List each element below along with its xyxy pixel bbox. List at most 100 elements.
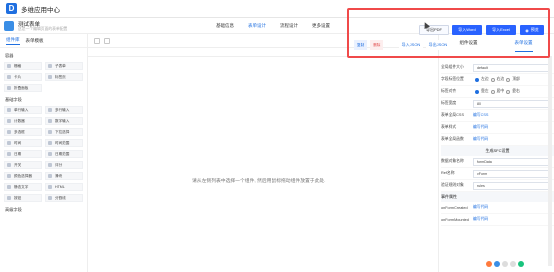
category-title: 高级字段: [5, 207, 22, 212]
import-excel-button[interactable]: 导入Excel: [486, 25, 516, 35]
setting-link[interactable]: 编写代码: [473, 125, 488, 130]
widget-item[interactable]: 标签页: [45, 73, 83, 81]
radio-icon[interactable]: [475, 89, 479, 94]
widget-icon: [48, 119, 52, 123]
export-json-button[interactable]: 导出JSON: [426, 40, 450, 50]
copy-button[interactable]: 复制: [354, 40, 368, 50]
preview-button[interactable]: ◉ 预览: [520, 25, 544, 35]
app-window: D 多维应用中心 测试表单 这是一个编辑页面的表单配置 基础信息 表单设计 流程…: [0, 0, 554, 272]
tab-templates[interactable]: 表单模板: [26, 38, 44, 44]
setting-row: 标签对齐 靠左 居中 靠右: [441, 86, 554, 98]
import-json-button[interactable]: 导入JSON: [399, 40, 423, 50]
widget-icon: [48, 130, 52, 134]
radio-icon[interactable]: [490, 89, 495, 94]
widget-icon: [48, 196, 52, 200]
widget-grid: 单行输入 多行输入计数器 数字输入多选框 下拉选择时间 时间范围日期 日期范围 开关 评分颜色…: [4, 106, 83, 202]
setting-label: 标签对齐: [441, 89, 457, 93]
widget-item[interactable]: 时间: [4, 139, 42, 147]
widget-item[interactable]: 折叠面板: [4, 84, 42, 92]
widget-label: 多选框: [14, 129, 25, 134]
component-list[interactable]: 容器 栅格 子表单 卡片 标签页 折叠面板 基础字段 单行输入 多行输入 计数器 数字输入 多选框 下拉…: [0, 48, 87, 272]
setting-link[interactable]: 编写CSS: [473, 113, 488, 118]
events-section-title: 事件属性: [441, 192, 554, 202]
radio-icon[interactable]: [475, 77, 479, 82]
widget-item[interactable]: 分割线: [45, 194, 83, 202]
setting-input[interactable]: default: [473, 63, 551, 72]
setting-input[interactable]: 80: [473, 99, 551, 108]
tab-form-design[interactable]: 表单设计: [248, 23, 266, 29]
widget-label: 颜色选择器: [14, 173, 32, 178]
form-canvas[interactable]: 请从左侧列表中选择一个组件, 然后用鼠标拖动组件放置于此处.: [88, 56, 438, 272]
canvas-ops: 复制 删除: [354, 40, 384, 50]
widget-item[interactable]: 多选框: [4, 128, 42, 136]
tray-icon[interactable]: [510, 261, 516, 267]
widget-item[interactable]: 评分: [45, 161, 83, 169]
setting-link[interactable]: 编写代码: [473, 137, 488, 142]
radio-icon[interactable]: [506, 77, 511, 82]
component-panel: 组件库 表单模板 容器 栅格 子表单 卡片 标签页 折叠面板 基础字段 单行输入 多行输入 计数器…: [0, 34, 88, 272]
widget-item[interactable]: 日期: [4, 150, 42, 158]
import-word-button[interactable]: 导入Word: [452, 25, 482, 35]
widget-item[interactable]: 数字输入: [45, 117, 83, 125]
widget-item[interactable]: 静态文字: [4, 183, 42, 191]
redo-icon[interactable]: [104, 38, 110, 44]
widget-item[interactable]: 子表单: [45, 62, 83, 70]
widget-item[interactable]: 日期范围: [45, 150, 83, 158]
widget-item[interactable]: 颜色选择器: [4, 172, 42, 180]
radio-icon[interactable]: [506, 89, 511, 94]
widget-icon: [7, 141, 11, 145]
setting-input[interactable]: vForm: [473, 169, 551, 178]
tab-form-settings[interactable]: 表单设置: [514, 40, 533, 52]
radio-label: 居中: [496, 89, 505, 93]
widget-icon: [48, 141, 52, 145]
tab-component-settings[interactable]: 组件设置: [460, 40, 478, 52]
document-subtitle: 这是一个编辑页面的表单配置: [18, 27, 68, 31]
setting-input[interactable]: rules: [473, 181, 551, 190]
tray-icon[interactable]: [518, 261, 524, 267]
widget-label: 多行输入: [55, 107, 70, 112]
widget-item[interactable]: 滑块: [45, 172, 83, 180]
widget-item[interactable]: 栅格: [4, 62, 42, 70]
widget-item[interactable]: 时间范围: [45, 139, 83, 147]
setting-link[interactable]: 编写代码: [473, 205, 488, 210]
preview-label: 预览: [530, 27, 539, 32]
tab-basic-info[interactable]: 基础信息: [216, 23, 234, 29]
widget-item[interactable]: 开关: [4, 161, 42, 169]
setting-row: 标签宽度 80: [441, 98, 554, 110]
setting-label: onFormCreated: [441, 205, 468, 210]
setting-input[interactable]: formData: [473, 157, 551, 166]
widget-icon: [48, 108, 52, 112]
widget-item[interactable]: 计数器: [4, 117, 42, 125]
widget-label: 时间范围: [55, 140, 70, 145]
tab-flow-design[interactable]: 流程设计: [280, 23, 298, 29]
delete-button[interactable]: 删除: [370, 40, 384, 50]
tray-icon[interactable]: [494, 261, 500, 267]
setting-link[interactable]: 编写代码: [473, 217, 488, 222]
widget-item[interactable]: HTML: [45, 183, 83, 191]
setting-label: 表单全局函数: [441, 137, 464, 141]
widget-item[interactable]: 下拉选择: [45, 128, 83, 136]
setting-label: Ref名称: [441, 171, 455, 175]
setting-row: onFormCreated 编写代码: [441, 202, 554, 214]
widget-icon: [7, 185, 11, 189]
widget-icon: [7, 119, 11, 123]
form-icon: [4, 21, 14, 31]
widget-label: 按钮: [14, 195, 22, 200]
widget-item[interactable]: 单行输入: [4, 106, 42, 114]
settings-scrollbar[interactable]: [548, 56, 552, 266]
tray-icon[interactable]: [502, 261, 508, 267]
tab-components[interactable]: 组件库: [6, 37, 20, 45]
widget-icon: [48, 64, 52, 68]
tab-more-settings[interactable]: 更多设置: [312, 23, 330, 29]
tray-icon[interactable]: [486, 261, 492, 267]
radio-icon[interactable]: [490, 77, 495, 82]
widget-item[interactable]: 多行输入: [45, 106, 83, 114]
radio-label: 左边: [481, 77, 489, 81]
widget-icon: [7, 75, 11, 79]
widget-item[interactable]: 按钮: [4, 194, 42, 202]
widget-item[interactable]: 卡片: [4, 73, 42, 81]
widget-label: 下拉选择: [55, 129, 70, 134]
app-logo: D: [6, 3, 17, 14]
category-title: 基础字段: [5, 97, 22, 102]
undo-icon[interactable]: [94, 38, 100, 44]
